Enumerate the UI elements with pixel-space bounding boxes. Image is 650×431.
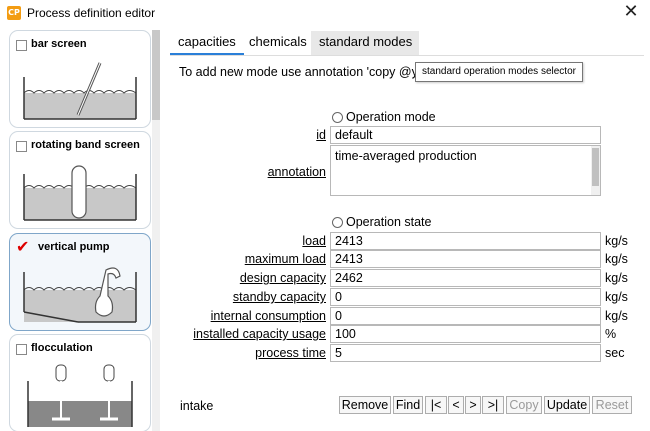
design-capacity-field[interactable]: 2462 (330, 269, 601, 287)
installed-capacity-usage-field[interactable]: 100 (330, 325, 601, 343)
update-button[interactable]: Update (544, 396, 590, 414)
vertical-pump-icon (23, 267, 137, 323)
title-bar: CP Process definition editor ✕ (0, 0, 650, 26)
next-record-button[interactable]: > (465, 396, 481, 414)
process-card-rotating-band-screen[interactable]: rotating band screen (9, 131, 151, 229)
internal-consumption-unit: kg/s (605, 309, 628, 323)
tooltip: standard operation modes selector (415, 62, 583, 82)
process-time-field[interactable]: 5 (330, 344, 601, 362)
annotation-scrollbar-thumb[interactable] (592, 148, 599, 186)
internal-consumption-label: internal consumption (210, 309, 326, 323)
process-time-unit: sec (605, 346, 625, 360)
operation-mode-label: Operation mode (346, 110, 436, 124)
sidebar-scrollbar-thumb[interactable] (152, 30, 160, 120)
process-card-label: vertical pump (38, 241, 110, 253)
installed-capacity-usage-label: installed capacity usage (193, 327, 326, 341)
rotating-band-screen-icon (23, 165, 137, 221)
process-card-label: bar screen (31, 38, 87, 50)
id-label: id (316, 128, 326, 142)
standby-capacity-unit: kg/s (605, 290, 628, 304)
id-field[interactable]: default (330, 126, 601, 144)
maximum-load-unit: kg/s (605, 252, 628, 266)
annotation-label: annotation (267, 165, 326, 179)
design-capacity-unit: kg/s (605, 271, 628, 285)
process-card-label: flocculation (31, 342, 93, 354)
standby-capacity-label: standby capacity (232, 290, 326, 304)
maximum-load-field[interactable]: 2413 (330, 250, 601, 268)
process-sidebar: bar screen rotating band screen ✔ vertic… (7, 30, 162, 431)
copy-button[interactable]: Copy (506, 396, 542, 414)
tab-chemicals[interactable]: chemicals (241, 31, 315, 55)
load-field[interactable]: 2413 (330, 232, 601, 250)
tab-capacities[interactable]: capacities (170, 31, 244, 55)
first-record-button[interactable]: |< (425, 396, 447, 414)
bar-screen-icon (23, 62, 137, 120)
previous-record-button[interactable]: < (448, 396, 464, 414)
operation-mode-radio[interactable] (332, 112, 343, 123)
internal-consumption-field[interactable]: 0 (330, 307, 601, 325)
operation-state-label: Operation state (346, 215, 432, 229)
status-text: intake (180, 399, 214, 413)
process-card-bar-screen[interactable]: bar screen (9, 30, 151, 128)
annotation-field[interactable]: time-averaged production (330, 145, 601, 196)
tab-divider (170, 55, 644, 56)
standby-capacity-field[interactable]: 0 (330, 288, 601, 306)
process-time-label: process time (255, 346, 326, 360)
operation-state-radio[interactable] (332, 217, 343, 228)
process-card-vertical-pump[interactable]: ✔ vertical pump (9, 233, 151, 331)
remove-button[interactable]: Remove (339, 396, 391, 414)
load-unit: kg/s (605, 234, 628, 248)
load-label: load (302, 234, 326, 248)
info-text: To add new mode use annotation 'copy @y (179, 65, 418, 79)
window-title: Process definition editor (27, 6, 156, 20)
design-capacity-label: design capacity (239, 271, 326, 285)
flocculation-icon (27, 364, 133, 427)
close-icon[interactable]: ✕ (620, 2, 642, 24)
checkbox[interactable] (16, 141, 27, 152)
checkbox[interactable] (16, 40, 27, 51)
checkbox[interactable] (16, 344, 27, 355)
app-logo-icon: CP (7, 6, 21, 20)
process-card-flocculation[interactable]: flocculation (9, 334, 151, 431)
last-record-button[interactable]: >| (482, 396, 504, 414)
installed-capacity-usage-unit: % (605, 327, 617, 341)
maximum-load-label: maximum load (244, 252, 326, 266)
checkmark-icon[interactable]: ✔ (16, 237, 29, 256)
process-card-label: rotating band screen (31, 139, 140, 151)
find-button[interactable]: Find (393, 396, 423, 414)
tab-standard-modes[interactable]: standard modes (311, 31, 419, 55)
reset-button[interactable]: Reset (592, 396, 632, 414)
